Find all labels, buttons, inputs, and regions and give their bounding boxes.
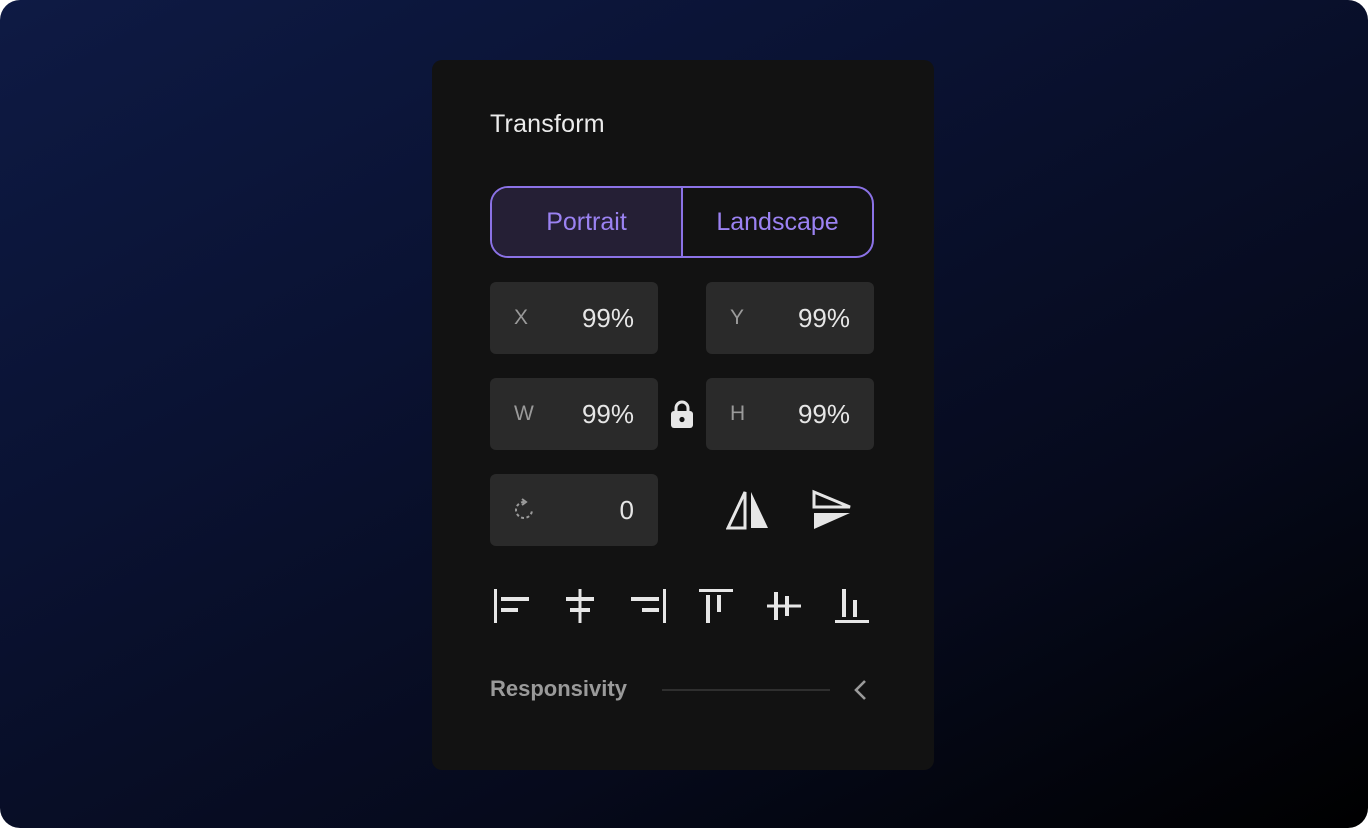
rotation-field[interactable]: 0 (490, 474, 658, 546)
x-value[interactable]: 99% (582, 282, 634, 354)
flip-vertical-icon[interactable] (812, 488, 852, 532)
rotation-value[interactable]: 0 (620, 474, 634, 546)
rotate-icon (512, 498, 536, 522)
w-value[interactable]: 99% (582, 378, 634, 450)
width-field[interactable]: W 99% (490, 378, 658, 450)
flip-horizontal-icon[interactable] (725, 488, 770, 532)
landscape-option[interactable]: Landscape (683, 188, 872, 256)
x-position-field[interactable]: X 99% (490, 282, 658, 354)
app-background: Transform Portrait Landscape X 99% Y 99%… (0, 0, 1368, 828)
y-label: Y (730, 306, 745, 329)
h-value[interactable]: 99% (798, 378, 850, 450)
align-top-icon[interactable] (696, 586, 736, 626)
lock-icon[interactable] (668, 398, 696, 430)
y-position-field[interactable]: Y 99% (706, 282, 874, 354)
portrait-option[interactable]: Portrait (492, 188, 681, 256)
section-divider (662, 689, 830, 691)
chevron-left-icon[interactable] (850, 678, 872, 702)
align-center-vertical-icon[interactable] (764, 586, 804, 626)
x-label: X (514, 306, 529, 329)
panel-title: Transform (490, 110, 605, 138)
height-field[interactable]: H 99% (706, 378, 874, 450)
orientation-toggle: Portrait Landscape (490, 186, 874, 258)
align-center-horizontal-icon[interactable] (560, 588, 600, 624)
transform-panel: Transform Portrait Landscape X 99% Y 99%… (432, 60, 934, 770)
align-left-icon[interactable] (492, 588, 532, 624)
h-label: H (730, 402, 746, 425)
align-bottom-icon[interactable] (832, 586, 872, 626)
responsivity-label: Responsivity (490, 676, 627, 701)
align-right-icon[interactable] (628, 588, 668, 624)
y-value[interactable]: 99% (798, 282, 850, 354)
w-label: W (514, 402, 534, 425)
